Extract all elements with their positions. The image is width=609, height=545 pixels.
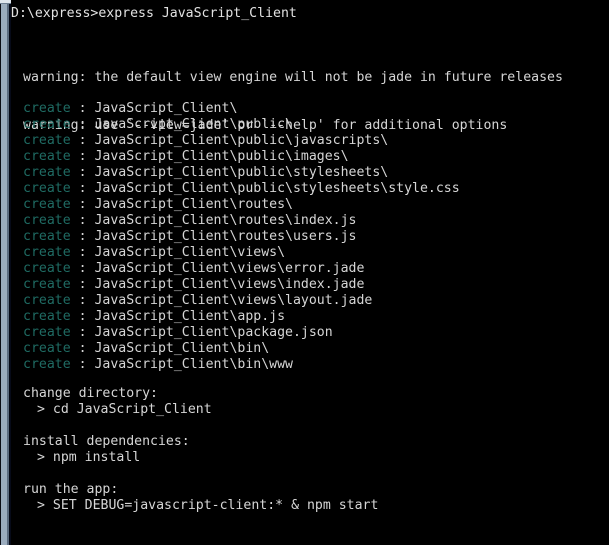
created-path: JavaScript_Client\package.json bbox=[94, 325, 333, 340]
create-row: create : JavaScript_Client\public\styles… bbox=[23, 181, 460, 197]
create-row: create : JavaScript_Client\views\ bbox=[23, 245, 460, 261]
step-spacer bbox=[23, 418, 378, 434]
create-label: create bbox=[23, 101, 71, 116]
step-spacer bbox=[23, 466, 378, 482]
create-separator: : bbox=[70, 101, 95, 116]
window-left-edge bbox=[0, 0, 11, 545]
step-command: > cd JavaScript_Client bbox=[37, 402, 212, 417]
step-title: change directory: bbox=[23, 386, 158, 401]
create-separator: : bbox=[70, 341, 95, 356]
create-label: create bbox=[23, 325, 71, 340]
create-row: create : JavaScript_Client\bin\ bbox=[23, 341, 460, 357]
create-separator: : bbox=[70, 309, 95, 324]
created-path: JavaScript_Client\ bbox=[94, 101, 238, 116]
created-path: JavaScript_Client\public\ bbox=[94, 117, 293, 132]
create-separator: : bbox=[70, 181, 95, 196]
create-label: create bbox=[23, 149, 71, 164]
created-path: JavaScript_Client\public\stylesheets\sty… bbox=[94, 181, 460, 196]
create-separator: : bbox=[70, 133, 95, 148]
created-path: JavaScript_Client\routes\index.js bbox=[94, 213, 357, 228]
created-path: JavaScript_Client\public\javascripts\ bbox=[94, 133, 389, 148]
create-separator: : bbox=[70, 325, 95, 340]
create-label: create bbox=[23, 277, 71, 292]
created-path: JavaScript_Client\routes\users.js bbox=[94, 229, 357, 244]
created-path: JavaScript_Client\public\images\ bbox=[94, 149, 349, 164]
create-separator: : bbox=[70, 165, 95, 180]
created-path: JavaScript_Client\bin\www bbox=[94, 357, 293, 372]
prompt-command-line: D:\express>express JavaScript_Client bbox=[11, 6, 297, 21]
terminal-screen[interactable]: D:\express>express JavaScript_Client war… bbox=[11, 0, 609, 545]
created-path: JavaScript_Client\views\ bbox=[94, 245, 286, 260]
warning-line: warning: the default view engine will no… bbox=[23, 70, 563, 85]
created-path: JavaScript_Client\views\index.jade bbox=[94, 277, 365, 292]
create-label: create bbox=[23, 229, 71, 244]
create-row: create : JavaScript_Client\public\styles… bbox=[23, 165, 460, 181]
step-title: install dependencies: bbox=[23, 434, 190, 449]
create-row: create : JavaScript_Client\ bbox=[23, 101, 460, 117]
create-label: create bbox=[23, 293, 71, 308]
create-row: create : JavaScript_Client\app.js bbox=[23, 309, 460, 325]
create-row: create : JavaScript_Client\routes\users.… bbox=[23, 229, 460, 245]
create-label: create bbox=[23, 165, 71, 180]
created-files-list: create : JavaScript_Client\ create : Java… bbox=[23, 101, 460, 373]
created-path: JavaScript_Client\views\layout.jade bbox=[94, 293, 373, 308]
create-label: create bbox=[23, 261, 71, 276]
create-label: create bbox=[23, 245, 71, 260]
created-path: JavaScript_Client\app.js bbox=[94, 309, 286, 324]
create-row: create : JavaScript_Client\views\error.j… bbox=[23, 261, 460, 277]
create-separator: : bbox=[70, 293, 95, 308]
create-separator: : bbox=[70, 245, 95, 260]
create-separator: : bbox=[70, 229, 95, 244]
create-label: create bbox=[23, 117, 71, 132]
created-path: JavaScript_Client\routes\ bbox=[94, 197, 293, 212]
create-row: create : JavaScript_Client\public\javasc… bbox=[23, 133, 460, 149]
create-row: create : JavaScript_Client\routes\index.… bbox=[23, 213, 460, 229]
create-row: create : JavaScript_Client\package.json bbox=[23, 325, 460, 341]
create-label: create bbox=[23, 341, 71, 356]
create-separator: : bbox=[70, 149, 95, 164]
create-label: create bbox=[23, 181, 71, 196]
created-path: JavaScript_Client\public\stylesheets\ bbox=[94, 165, 389, 180]
created-path: JavaScript_Client\bin\ bbox=[94, 341, 270, 356]
create-separator: : bbox=[70, 213, 95, 228]
create-separator: : bbox=[70, 261, 95, 276]
create-row: create : JavaScript_Client\bin\www bbox=[23, 357, 460, 373]
create-label: create bbox=[23, 213, 71, 228]
step-command: > SET DEBUG=javascript-client:* & npm st… bbox=[37, 498, 379, 513]
step-title: run the app: bbox=[23, 482, 119, 497]
create-row: create : JavaScript_Client\public\ bbox=[23, 117, 460, 133]
create-separator: : bbox=[70, 197, 95, 212]
create-row: create : JavaScript_Client\public\images… bbox=[23, 149, 460, 165]
create-separator: : bbox=[70, 357, 95, 372]
created-path: JavaScript_Client\views\error.jade bbox=[94, 261, 365, 276]
command-prompt-window: D:\express>express JavaScript_Client war… bbox=[0, 0, 609, 545]
create-label: create bbox=[23, 133, 71, 148]
create-row: create : JavaScript_Client\views\index.j… bbox=[23, 277, 460, 293]
next-steps-block: change directory: > cd JavaScript_Client … bbox=[23, 386, 378, 514]
create-label: create bbox=[23, 357, 71, 372]
create-separator: : bbox=[70, 117, 95, 132]
create-label: create bbox=[23, 197, 71, 212]
step-command: > npm install bbox=[37, 450, 141, 465]
create-separator: : bbox=[70, 277, 95, 292]
create-row: create : JavaScript_Client\routes\ bbox=[23, 197, 460, 213]
create-row: create : JavaScript_Client\views\layout.… bbox=[23, 293, 460, 309]
create-label: create bbox=[23, 309, 71, 324]
